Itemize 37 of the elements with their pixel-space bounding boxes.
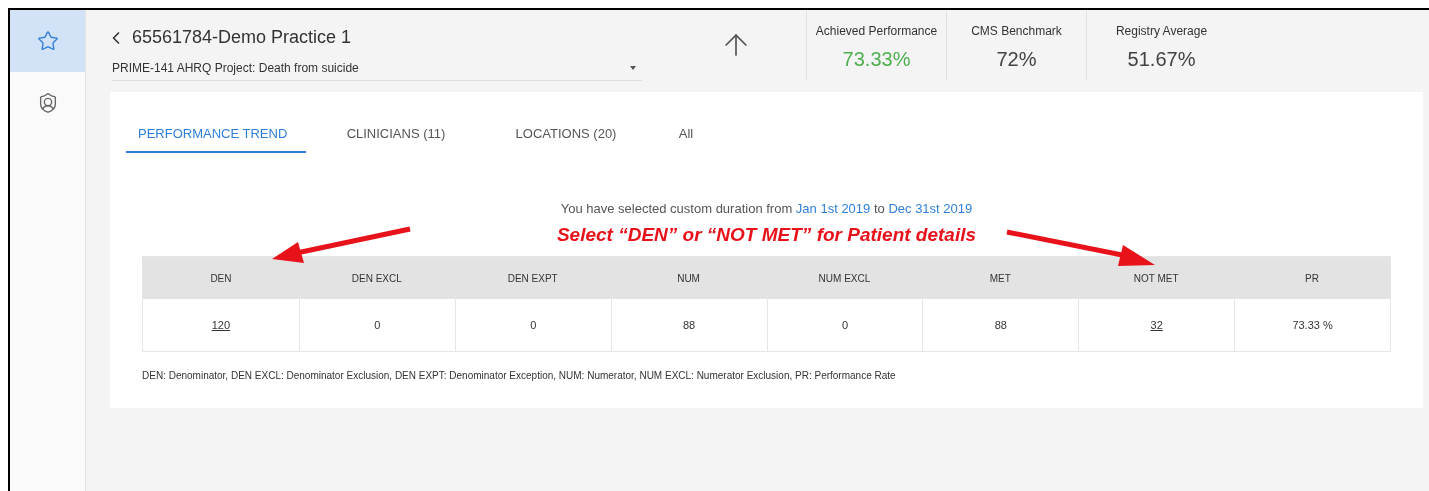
- caret-icon: [630, 65, 636, 70]
- count-link[interactable]: 32: [1150, 316, 1163, 334]
- stat-value: 51.67%: [1127, 47, 1196, 72]
- table-cell-text: 73.33 %: [1292, 317, 1333, 333]
- column-header: NUM EXCL: [817, 271, 872, 286]
- column-header: DEN EXPT: [506, 271, 559, 286]
- tab[interactable]: LOCATIONS (20): [486, 117, 646, 153]
- tab[interactable]: PERFORMANCE TREND: [126, 117, 306, 153]
- end-date-link[interactable]: Dec 31st 2019: [888, 201, 973, 216]
- table-cell-text: 0: [530, 317, 537, 333]
- table-cell-text: 0: [841, 317, 848, 333]
- start-date-link[interactable]: Jan 1st 2019: [795, 201, 871, 216]
- legend-text: DEN: Denominator, DEN EXCL: Denominator Exclusion, DEN EXPT: Denominator Exception, NUM: Numerator, NUM EXCL: Numerator Exclusion, PR: Performance Rate: [142, 370, 896, 381]
- stat-value: 72%: [996, 47, 1037, 72]
- annotation-text: Select “DEN” or “NOT MET” for Patient details: [556, 223, 977, 245]
- duration-joiner: to: [872, 201, 886, 216]
- measure-dropdown[interactable]: PRIME-141 AHRQ Project: Death from suicide: [112, 55, 642, 81]
- count-link[interactable]: 120: [211, 316, 231, 334]
- column-header: PR: [1304, 271, 1320, 286]
- column-header: NOT MET: [1132, 271, 1180, 286]
- stat-label: Registry Average: [1115, 23, 1208, 40]
- sidebar-item[interactable]: [10, 10, 85, 72]
- duration-text: You have selected custom duration from: [560, 201, 794, 216]
- column-header: DEN: [209, 271, 233, 286]
- practice-title: 65561784-Demo Practice 1: [132, 26, 352, 49]
- stat-label: CMS Benchmark: [971, 23, 1062, 40]
- column-header: DEN EXCL: [350, 271, 403, 286]
- column-header: MET: [988, 271, 1012, 286]
- table-cell-text: 0: [374, 317, 381, 333]
- star-icon: [36, 30, 59, 52]
- table-cell-text: 88: [682, 317, 696, 333]
- tab[interactable]: CLINICIANS (11): [306, 117, 486, 153]
- tab[interactable]: All: [646, 117, 726, 153]
- column-header: NUM: [676, 271, 701, 286]
- stat-value: 73.33%: [842, 47, 911, 72]
- table-cell-text: 88: [994, 317, 1007, 333]
- stat-label: Achieved Performance: [815, 23, 938, 40]
